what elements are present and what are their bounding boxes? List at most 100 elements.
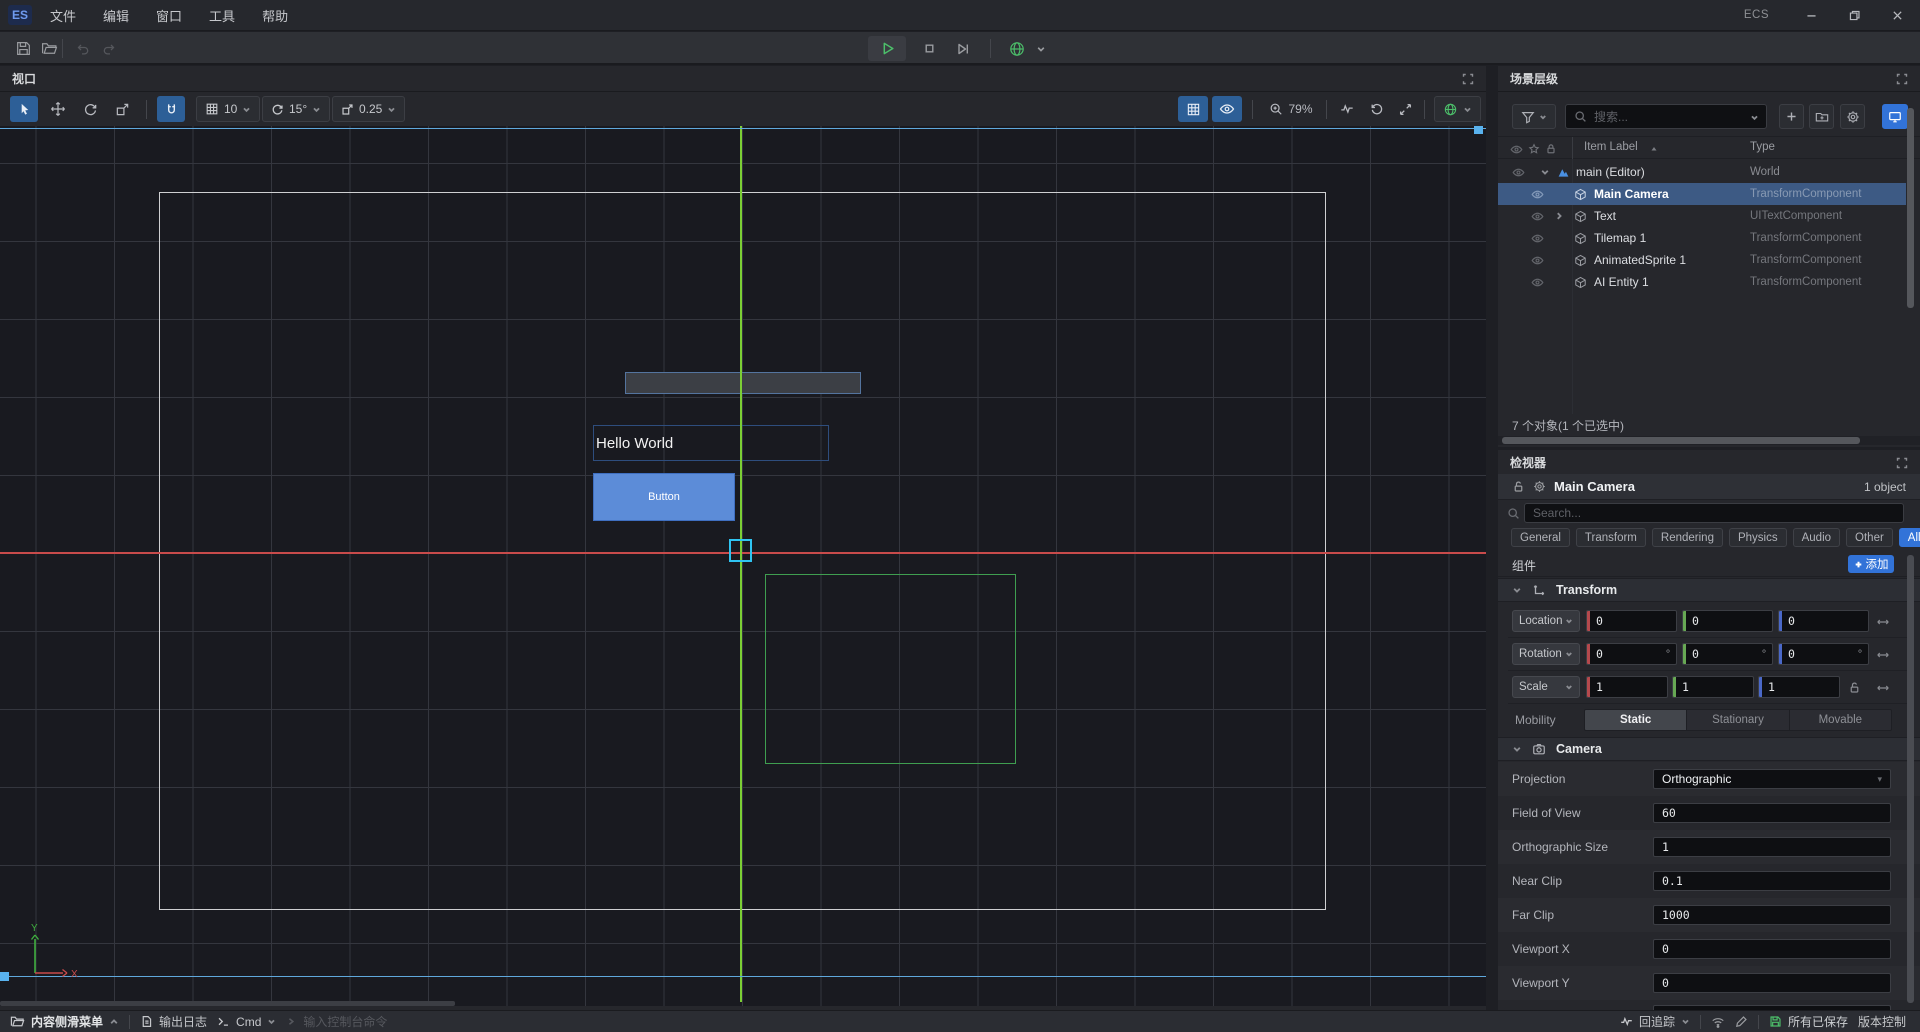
- eye-icon[interactable]: [1531, 210, 1544, 223]
- near-clip-input[interactable]: 0.1: [1653, 871, 1891, 891]
- inspector-search-input[interactable]: [1524, 503, 1904, 523]
- tree-row-main[interactable]: main (Editor) World: [1498, 161, 1906, 183]
- output-log-button[interactable]: 输出日志: [140, 1013, 207, 1030]
- tab-all[interactable]: All: [1899, 528, 1920, 547]
- content-drawer-button[interactable]: 内容侧滑菜单: [10, 1013, 119, 1030]
- hierarchy-expand-icon[interactable]: [1896, 73, 1908, 85]
- viewport-horizontal-scrollbar[interactable]: [0, 1001, 455, 1006]
- rotation-snap-dropdown[interactable]: 15°: [262, 96, 330, 122]
- column-item-label[interactable]: Item Label: [1584, 141, 1638, 153]
- tab-audio[interactable]: Audio: [1793, 528, 1840, 547]
- rotation-x-input[interactable]: 0°: [1586, 643, 1677, 665]
- unlock-uniform-scale-icon[interactable]: [1848, 681, 1861, 694]
- tree-row-tilemap[interactable]: Tilemap 1 TransformComponent: [1498, 227, 1906, 249]
- scale-label-dropdown[interactable]: Scale: [1512, 676, 1580, 698]
- viewport-y-input[interactable]: 0: [1653, 973, 1891, 993]
- scale-x-input[interactable]: 1: [1586, 676, 1668, 698]
- console-command-input[interactable]: 输入控制台命令: [286, 1013, 387, 1030]
- play-button[interactable]: [868, 36, 906, 61]
- cmd-dropdown[interactable]: Cmd: [217, 1015, 276, 1029]
- ui-text-entity[interactable]: Hello World: [593, 425, 829, 461]
- filter-dropdown[interactable]: [1512, 104, 1556, 129]
- menu-tools[interactable]: 工具: [209, 6, 235, 25]
- link-values-icon[interactable]: [1876, 648, 1890, 662]
- eye-icon[interactable]: [1531, 188, 1544, 201]
- location-x-input[interactable]: 0: [1586, 610, 1677, 632]
- transform-section-header[interactable]: Transform: [1498, 578, 1920, 602]
- location-z-input[interactable]: 0: [1778, 610, 1869, 632]
- close-icon[interactable]: [1891, 9, 1904, 22]
- menu-help[interactable]: 帮助: [262, 6, 288, 25]
- location-y-input[interactable]: 0: [1682, 610, 1773, 632]
- camera-section-header[interactable]: Camera: [1498, 737, 1920, 761]
- hierarchy-vscroll-thumb[interactable]: [1907, 108, 1914, 308]
- mobility-movable[interactable]: Movable: [1790, 710, 1891, 730]
- add-entity-button[interactable]: [1779, 104, 1804, 129]
- grid-toggle-icon[interactable]: [1178, 96, 1208, 122]
- hierarchy-settings-button[interactable]: [1840, 104, 1865, 129]
- pen-icon[interactable]: [1735, 1015, 1748, 1028]
- scale-y-input[interactable]: 1: [1672, 676, 1754, 698]
- rotation-y-input[interactable]: 0°: [1682, 643, 1773, 665]
- restore-icon[interactable]: [1848, 9, 1861, 22]
- link-values-icon[interactable]: [1876, 615, 1890, 629]
- eye-icon[interactable]: [1531, 254, 1544, 267]
- chevron-down-icon[interactable]: [1032, 36, 1050, 61]
- mobility-static[interactable]: Static: [1585, 710, 1687, 730]
- snap-tool-icon[interactable]: [157, 96, 185, 122]
- eye-icon[interactable]: [1531, 276, 1544, 289]
- new-folder-button[interactable]: [1809, 104, 1834, 129]
- column-type-label[interactable]: Type: [1750, 141, 1775, 153]
- ui-button-entity[interactable]: Button: [593, 473, 735, 521]
- menu-window[interactable]: 窗口: [156, 6, 182, 25]
- rotation-label-dropdown[interactable]: Rotation: [1512, 643, 1580, 665]
- tab-transform[interactable]: Transform: [1576, 528, 1646, 547]
- lock-icon[interactable]: [1512, 480, 1525, 493]
- tab-physics[interactable]: Physics: [1729, 528, 1787, 547]
- tab-general[interactable]: General: [1511, 528, 1570, 547]
- tab-other[interactable]: Other: [1846, 528, 1893, 547]
- network-icon[interactable]: [1711, 1015, 1725, 1029]
- gear-icon[interactable]: [1533, 480, 1546, 493]
- projection-dropdown[interactable]: Orthographic ▾: [1653, 769, 1891, 789]
- star-column-icon[interactable]: [1528, 143, 1540, 155]
- field-of-view-input[interactable]: 60: [1653, 803, 1891, 823]
- panel-entity-rect[interactable]: [625, 372, 861, 394]
- save-icon[interactable]: [10, 36, 36, 61]
- tree-row-main-camera[interactable]: Main Camera TransformComponent: [1498, 183, 1906, 205]
- tree-row-ai-entity[interactable]: AI Entity 1 TransformComponent: [1498, 271, 1906, 293]
- inspector-expand-icon[interactable]: [1896, 457, 1908, 469]
- add-component-button[interactable]: 添加: [1848, 555, 1894, 573]
- hierarchy-hscroll-track[interactable]: [1498, 436, 1920, 445]
- menu-file[interactable]: 文件: [50, 6, 76, 25]
- camera-gizmo[interactable]: [729, 539, 752, 562]
- tree-row-animatedsprite[interactable]: AnimatedSprite 1 TransformComponent: [1498, 249, 1906, 271]
- hierarchy-hscroll-thumb[interactable]: [1502, 437, 1860, 444]
- minimize-icon[interactable]: [1805, 9, 1818, 22]
- eye-column-icon[interactable]: [1510, 143, 1523, 156]
- select-tool-icon[interactable]: [10, 96, 38, 122]
- mobility-stationary[interactable]: Stationary: [1687, 710, 1789, 730]
- frustum-handle-top[interactable]: [1474, 126, 1483, 134]
- viewport-globe-dropdown[interactable]: [1434, 96, 1481, 122]
- globe-icon[interactable]: [1002, 36, 1032, 61]
- inspector-vscroll-thumb[interactable]: [1907, 555, 1914, 1003]
- visibility-toggle-icon[interactable]: [1212, 96, 1242, 122]
- zoom-indicator[interactable]: 79%: [1262, 96, 1320, 122]
- rotation-z-input[interactable]: 0°: [1778, 643, 1869, 665]
- step-button[interactable]: [948, 36, 978, 61]
- grid-snap-dropdown[interactable]: 10: [196, 96, 260, 122]
- display-mode-button[interactable]: [1882, 104, 1908, 129]
- lock-column-icon[interactable]: [1545, 143, 1557, 155]
- eye-icon[interactable]: [1531, 232, 1544, 245]
- viewport-expand-icon[interactable]: [1462, 73, 1474, 85]
- trace-dropdown[interactable]: 回追踪: [1620, 1013, 1690, 1030]
- chevron-right-icon[interactable]: [1554, 211, 1564, 221]
- open-folder-icon[interactable]: [36, 36, 62, 61]
- eye-icon[interactable]: [1512, 166, 1525, 179]
- orthographic-size-input[interactable]: 1: [1653, 837, 1891, 857]
- redo-icon[interactable]: [96, 36, 122, 61]
- move-tool-icon[interactable]: [44, 96, 72, 122]
- hierarchy-search-input[interactable]: [1565, 104, 1767, 129]
- link-values-icon[interactable]: [1876, 681, 1890, 695]
